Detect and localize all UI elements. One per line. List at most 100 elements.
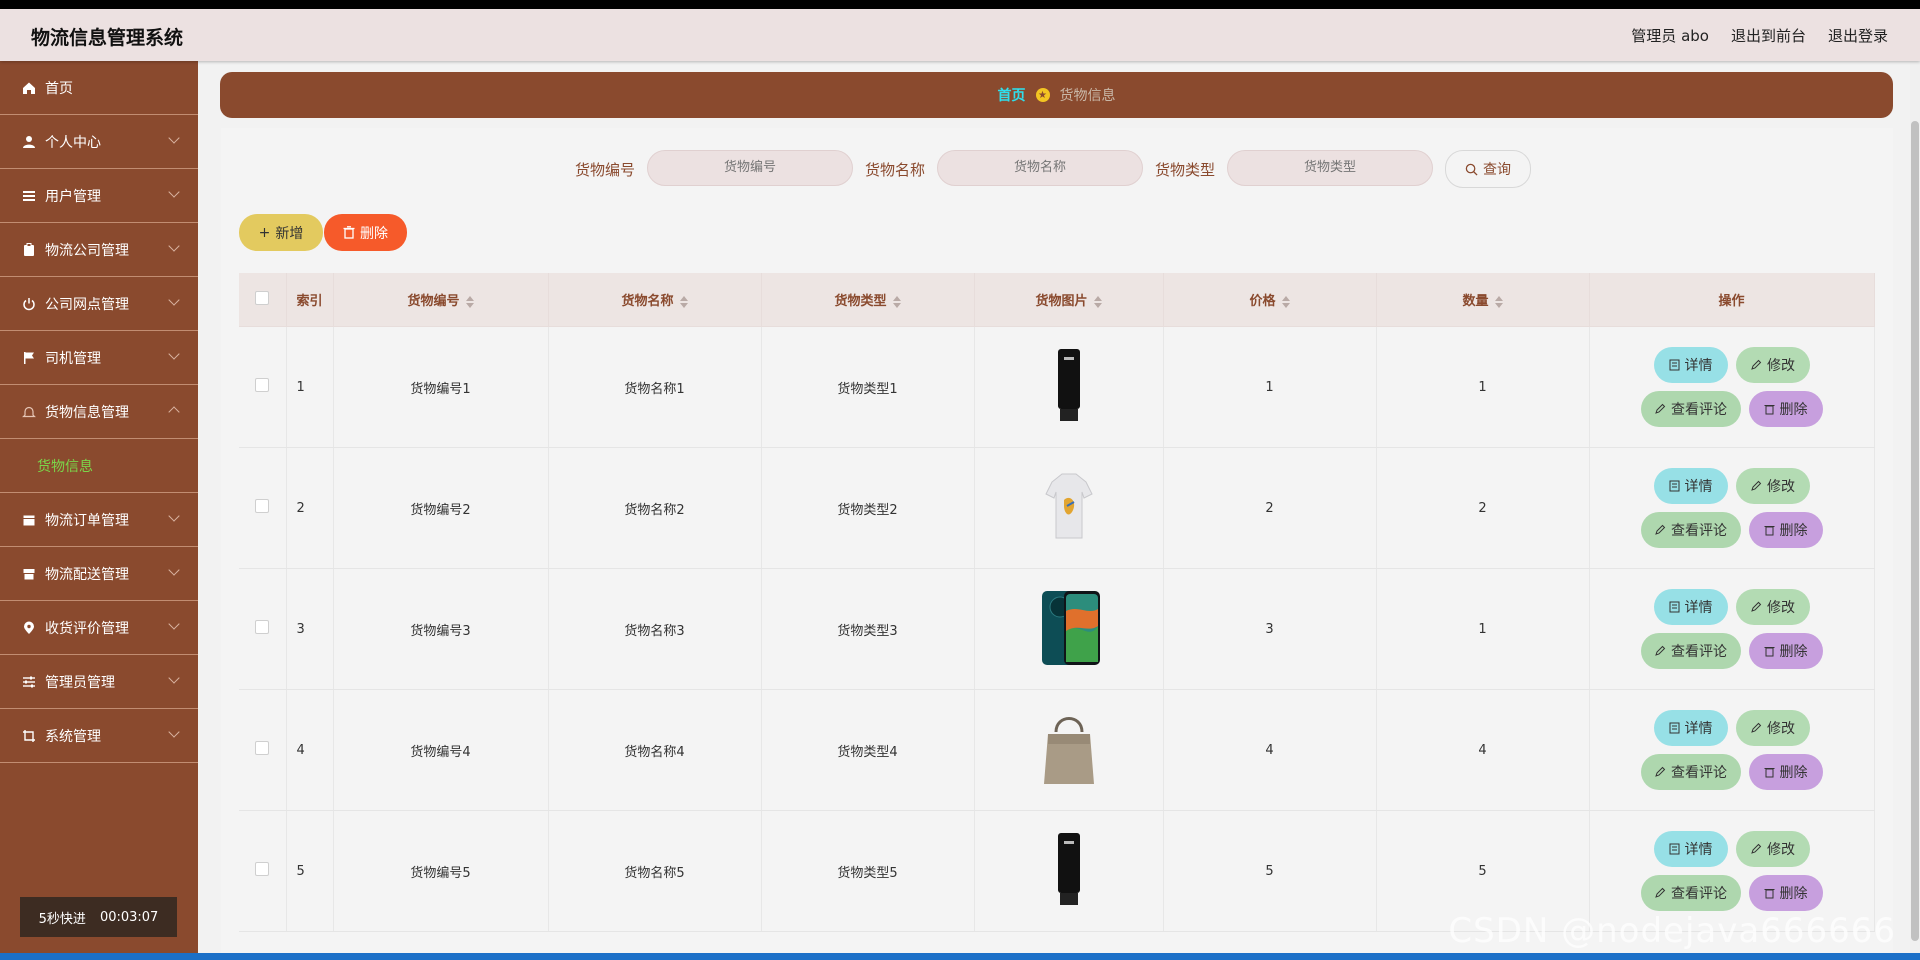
row-actions: 详情 修改查看评论 删除 bbox=[1591, 831, 1873, 911]
page-scrollbar[interactable] bbox=[1910, 61, 1920, 953]
document-icon bbox=[1669, 359, 1679, 371]
page-scrollbar-thumb[interactable] bbox=[1911, 121, 1919, 941]
pencil-icon bbox=[1751, 480, 1762, 491]
to-front-link[interactable]: 退出到前台 bbox=[1731, 25, 1806, 46]
sidebar-item-11[interactable]: 系统管理 bbox=[0, 709, 198, 763]
row-select[interactable] bbox=[239, 568, 287, 690]
row-delete-button[interactable]: 删除 bbox=[1748, 633, 1823, 669]
row-actions: 详情 修改查看评论 删除 bbox=[1591, 347, 1873, 427]
header-price[interactable]: 价格 bbox=[1163, 273, 1377, 327]
sidebar-item-0[interactable]: 首页 bbox=[0, 61, 198, 115]
cell-type: 货物类型3 bbox=[761, 568, 975, 690]
row-select[interactable] bbox=[239, 447, 287, 569]
sidebar-item-1[interactable]: 个人中心 bbox=[0, 115, 198, 169]
edit-button[interactable]: 修改 bbox=[1735, 347, 1810, 383]
row-checkbox[interactable] bbox=[255, 862, 270, 876]
sidebar-item-label: 管理员管理 bbox=[45, 674, 115, 691]
sidebar-item-6[interactable]: 货物信息管理 bbox=[0, 385, 198, 439]
cell-ops: 详情 修改查看评论 删除 bbox=[1589, 447, 1875, 569]
sidebar-item-3[interactable]: 物流公司管理 bbox=[0, 223, 198, 277]
search-input-type[interactable] bbox=[1227, 150, 1433, 186]
row-select[interactable] bbox=[239, 810, 287, 932]
comment-label: 查看评论 bbox=[1671, 523, 1727, 539]
row-checkbox[interactable] bbox=[255, 620, 270, 634]
row-delete-button[interactable]: 删除 bbox=[1748, 512, 1823, 548]
header-code[interactable]: 货物编号 bbox=[333, 273, 549, 327]
playback-timer[interactable]: 5秒快进 00:03:07 bbox=[20, 897, 177, 937]
sort-icon[interactable] bbox=[1093, 295, 1102, 308]
row-checkbox[interactable] bbox=[255, 741, 270, 755]
sidebar-item-5[interactable]: 司机管理 bbox=[0, 331, 198, 385]
detail-label: 详情 bbox=[1684, 358, 1713, 374]
row-checkbox[interactable] bbox=[255, 378, 270, 392]
document-icon bbox=[1669, 843, 1679, 855]
cell-image bbox=[974, 447, 1164, 569]
row-delete-button[interactable]: 删除 bbox=[1748, 875, 1823, 911]
pencil-icon bbox=[1751, 722, 1762, 733]
detail-button[interactable]: 详情 bbox=[1653, 710, 1728, 746]
batch-delete-button[interactable]: 删除 bbox=[324, 214, 407, 251]
chevron-down-icon bbox=[168, 618, 180, 630]
sort-icon[interactable] bbox=[679, 295, 688, 308]
cell-code: 货物编号3 bbox=[333, 568, 549, 690]
sort-icon[interactable] bbox=[1281, 295, 1290, 308]
edit-button[interactable]: 修改 bbox=[1735, 468, 1810, 504]
detail-button[interactable]: 详情 bbox=[1653, 831, 1728, 867]
edit-button[interactable]: 修改 bbox=[1735, 710, 1810, 746]
row-delete-button[interactable]: 删除 bbox=[1748, 391, 1823, 427]
cell-image bbox=[974, 689, 1164, 811]
logout-link[interactable]: 退出登录 bbox=[1828, 25, 1888, 46]
search-input-name[interactable] bbox=[937, 150, 1143, 186]
edit-button[interactable]: 修改 bbox=[1735, 831, 1810, 867]
edit-button[interactable]: 修改 bbox=[1735, 589, 1810, 625]
header-quantity-label: 数量 bbox=[1462, 294, 1489, 309]
sort-icon[interactable] bbox=[892, 295, 901, 308]
goods-table-wrap: 索引 货物编号 货物名称 货物类型 货物图片 价格 数量 操作 1 货物编号1 货物… bbox=[239, 273, 1875, 932]
row-select[interactable] bbox=[239, 689, 287, 811]
cell-type: 货物类型2 bbox=[761, 447, 975, 569]
header-image[interactable]: 货物图片 bbox=[974, 273, 1164, 327]
detail-button[interactable]: 详情 bbox=[1653, 347, 1728, 383]
pencil-icon bbox=[1655, 403, 1666, 414]
row-checkbox[interactable] bbox=[255, 499, 270, 513]
select-all-checkbox[interactable] bbox=[255, 290, 270, 305]
goods-table: 索引 货物编号 货物名称 货物类型 货物图片 价格 数量 操作 1 货物编号1 货物… bbox=[239, 273, 1875, 932]
row-actions-bottom: 查看评论 删除 bbox=[1640, 391, 1823, 427]
row-delete-button[interactable]: 删除 bbox=[1748, 754, 1823, 790]
calendar-icon bbox=[23, 515, 35, 525]
header-select-all[interactable] bbox=[239, 273, 287, 327]
add-button[interactable]: + 新增 bbox=[239, 214, 323, 251]
sidebar-item-9[interactable]: 收货评价管理 bbox=[0, 601, 198, 655]
detail-button[interactable]: 详情 bbox=[1653, 589, 1728, 625]
breadcrumb-home[interactable]: 首页 bbox=[998, 85, 1026, 105]
cell-ops: 详情 修改查看评论 删除 bbox=[1589, 689, 1875, 811]
goods-image-cream-tube bbox=[1057, 349, 1080, 421]
view-comments-button[interactable]: 查看评论 bbox=[1640, 391, 1741, 427]
sort-icon[interactable] bbox=[1494, 295, 1503, 308]
submenu-goods-info[interactable]: 货物信息 bbox=[0, 439, 198, 493]
view-comments-button[interactable]: 查看评论 bbox=[1640, 754, 1741, 790]
header-type[interactable]: 货物类型 bbox=[761, 273, 975, 327]
sidebar-item-2[interactable]: 用户管理 bbox=[0, 169, 198, 223]
header-name[interactable]: 货物名称 bbox=[548, 273, 762, 327]
sort-icon[interactable] bbox=[465, 295, 474, 308]
sidebar-item-7[interactable]: 物流订单管理 bbox=[0, 493, 198, 547]
csdn-watermark: CSDN @nodejava666666 bbox=[1448, 911, 1896, 951]
search-label-name: 货物名称 bbox=[865, 161, 926, 179]
sidebar-item-10[interactable]: 管理员管理 bbox=[0, 655, 198, 709]
detail-button[interactable]: 详情 bbox=[1653, 468, 1728, 504]
search-input-code[interactable] bbox=[647, 150, 853, 186]
cell-name: 货物名称4 bbox=[548, 689, 762, 811]
chevron-down-icon bbox=[168, 510, 180, 522]
view-comments-button[interactable]: 查看评论 bbox=[1640, 875, 1741, 911]
sidebar-item-4[interactable]: 公司网点管理 bbox=[0, 277, 198, 331]
list-icon bbox=[23, 190, 35, 201]
sidebar-item-8[interactable]: 物流配送管理 bbox=[0, 547, 198, 601]
flag-icon bbox=[24, 351, 34, 364]
top-right-links: 管理员 abo 退出到前台 退出登录 bbox=[1631, 25, 1888, 46]
row-select[interactable] bbox=[239, 326, 287, 448]
query-button[interactable]: 查询 bbox=[1445, 150, 1531, 188]
view-comments-button[interactable]: 查看评论 bbox=[1640, 512, 1741, 548]
view-comments-button[interactable]: 查看评论 bbox=[1640, 633, 1741, 669]
header-quantity[interactable]: 数量 bbox=[1376, 273, 1590, 327]
